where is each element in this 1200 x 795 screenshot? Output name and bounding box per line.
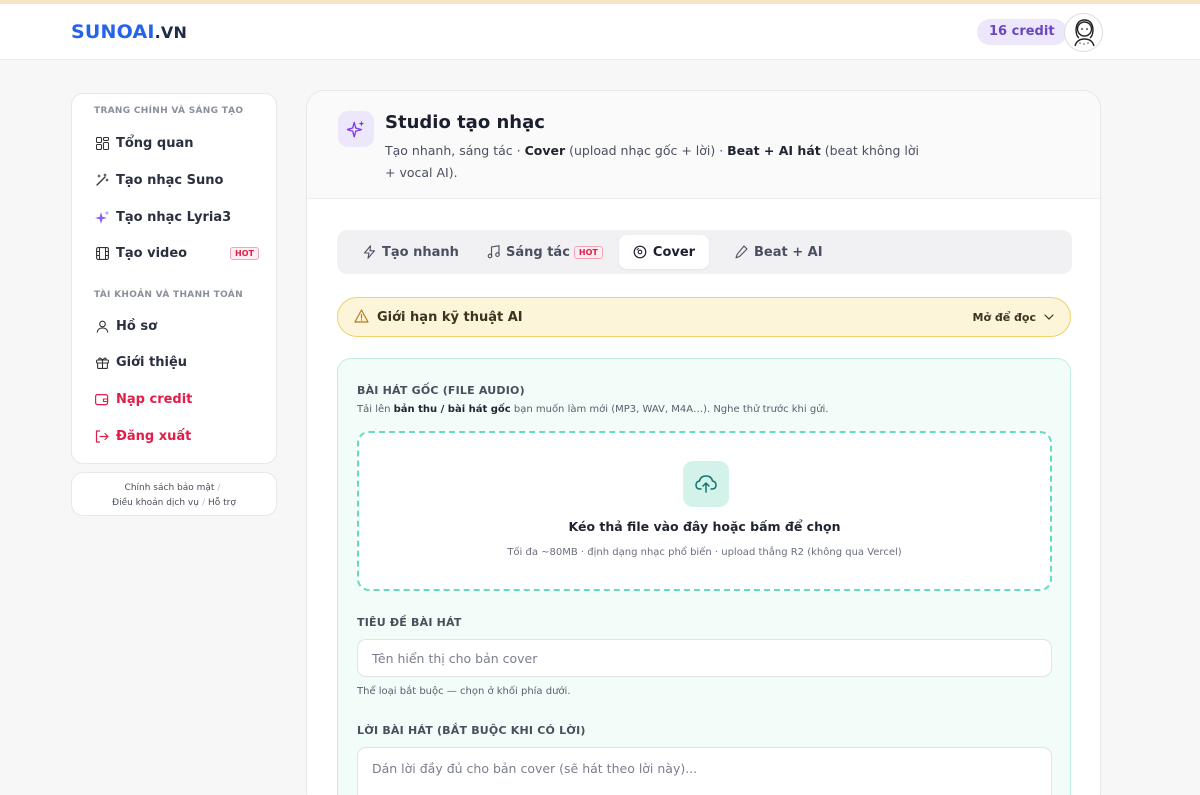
lyrics-label: LỜI BÀI HÁT (BẮT BUỘC KHI CÓ LỜI) [357,724,586,737]
music-note-icon [487,245,500,259]
bolt-icon [363,245,376,259]
sidebar-item-profile[interactable]: Hồ sơ [94,315,259,337]
link-separator: / [217,483,221,493]
sidebar-item-label: Tạo nhạc Suno [116,172,224,188]
tab-compose[interactable]: Sáng tác HOT [479,235,611,269]
credit-balance-badge[interactable]: 16 credit [977,19,1067,45]
tab-quick[interactable]: Tạo nhanh [355,235,467,269]
privacy-policy-link[interactable]: Chính sách bảo mật [125,483,215,493]
sidebar-item-suno[interactable]: Tạo nhạc Suno [94,169,259,191]
sidebar-item-label: Tạo video [116,245,188,261]
brand-name: SUNOAI [71,21,155,43]
expand-notice-button[interactable]: Mở để đọc [973,311,1054,324]
sidebar-item-overview[interactable]: Tổng quan [94,132,259,154]
dropzone-subtitle: Tối đa ~80MB · định dạng nhạc phổ biến ·… [507,547,902,558]
song-title-label: TIÊU ĐỀ BÀI HÁT [357,616,462,629]
studio-header: Studio tạo nhạc Tạo nhanh, sáng tác · Co… [307,91,1100,199]
sidebar-item-label: Tổng quan [116,135,194,151]
lyrics-textarea[interactable] [357,747,1052,795]
footer-links: Chính sách bảo mật / Điều khoản dịch vụ / H… [71,472,277,516]
sparkles-icon [94,209,110,225]
gift-icon [94,354,110,370]
sidebar-item-logout[interactable]: Đăng xuất [94,425,259,447]
user-icon [94,318,110,334]
avatar-girl-icon [1074,19,1095,47]
sidebar-item-lyria3[interactable]: Tạo nhạc Lyria3 [94,206,259,228]
sparkles-icon [338,111,374,147]
hint-strong: bản thu / bài hát gốc [393,404,511,415]
sidebar-item-referral[interactable]: Giới thiệu [94,351,259,373]
tab-cover[interactable]: Cover [619,235,709,269]
subtitle-strong: Cover [524,143,566,158]
brand-domain: .VN [154,23,188,42]
sidebar-item-label: Hồ sơ [116,318,158,334]
studio-panel: Studio tạo nhạc Tạo nhanh, sáng tác · Co… [306,90,1101,795]
audio-dropzone[interactable]: Kéo thả file vào đây hoặc bấm để chọn Tố… [357,431,1052,591]
chevron-down-icon [1044,314,1054,320]
subtitle-text: Tạo nhanh, sáng tác · [385,143,525,158]
tab-label: Beat + AI [754,244,823,260]
link-separator: / [201,498,205,508]
expand-label: Mở để đọc [972,310,1036,324]
terms-link[interactable]: Điều khoản dịch vụ [112,498,199,508]
sidebar-item-label: Tạo nhạc Lyria3 [116,209,232,225]
hot-badge: HOT [230,246,259,260]
cover-form: BÀI HÁT GỐC (FILE AUDIO) Tải lên bản thu… [337,358,1071,795]
sidebar-section-account: TÀI KHOẢN VÀ THANH TOÁN [94,290,243,300]
support-link[interactable]: Hỗ trợ [208,498,236,508]
warning-icon [354,308,369,327]
dropzone-title: Kéo thả file vào đây hoặc bấm để chọn [568,519,841,534]
page-subtitle: Tạo nhanh, sáng tác · Cover (upload nhạc… [385,140,925,184]
tab-label: Sáng tác [506,244,570,260]
tab-label: Cover [652,244,696,260]
top-header: SUNOAI.VN 16 credit [0,4,1200,60]
subtitle-text: (upload nhạc gốc + lời) · [565,143,728,158]
hint-text: bạn muốn làm mới (MP3, WAV, M4A…). Nghe … [510,404,829,415]
tab-beat-ai[interactable]: Beat + AI [727,235,831,269]
page-title: Studio tạo nhạc [385,112,545,133]
mode-tabs: Tạo nhanh Sáng tác HOT Cover Beat + AI [337,230,1072,274]
hint-text: Tải lên [357,404,394,415]
film-icon [94,245,110,261]
brand-logo[interactable]: SUNOAI.VN [71,21,187,43]
sidebar-item-label: Nạp credit [116,391,193,407]
dashboard-icon [94,135,110,151]
sidebar-item-label: Đăng xuất [116,428,192,444]
magic-wand-icon [94,172,110,188]
sidebar-section-main: TRANG CHÍNH VÀ SÁNG TẠO [94,106,244,116]
song-title-input[interactable] [357,639,1052,677]
tab-label: Tạo nhanh [382,244,459,260]
ai-limit-notice[interactable]: Giới hạn kỹ thuật AI Mở để đọc [337,297,1071,337]
pen-icon [735,245,748,259]
sidebar-nav: TRANG CHÍNH VÀ SÁNG TẠO Tổng quan Tạo nh… [71,93,277,464]
sidebar-item-topup[interactable]: Nạp credit [94,388,259,410]
notice-title: Giới hạn kỹ thuật AI [377,309,523,325]
sidebar-item-video[interactable]: Tạo video HOT [94,242,259,264]
upload-cloud-icon [683,461,729,507]
subtitle-strong: Beat + AI hát [727,143,821,158]
logout-icon [94,428,110,444]
audio-source-label: BÀI HÁT GỐC (FILE AUDIO) [357,384,525,397]
user-avatar[interactable] [1064,13,1103,52]
genre-required-hint: Thể loại bắt buộc — chọn ở khối phía dướ… [357,686,571,697]
hot-badge: HOT [573,245,603,259]
wallet-icon [94,391,110,407]
audio-source-hint: Tải lên bản thu / bài hát gốc bạn muốn l… [357,404,829,415]
disc-icon [633,245,647,259]
sidebar-item-label: Giới thiệu [116,354,188,370]
